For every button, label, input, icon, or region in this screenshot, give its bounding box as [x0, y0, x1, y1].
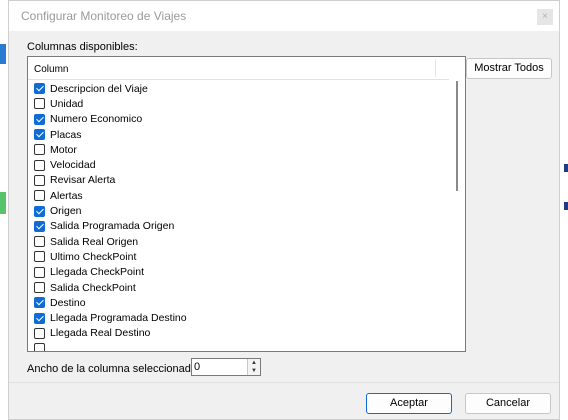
background-app-edge	[0, 192, 6, 214]
window-title: Configurar Monitoreo de Viajes	[21, 9, 187, 23]
column-header[interactable]: Column	[28, 57, 450, 80]
configure-dialog: Configurar Monitoreo de Viajes × Columna…	[8, 0, 560, 420]
list-item[interactable]: Numero Economico	[34, 112, 444, 127]
column-checkbox[interactable]	[34, 327, 45, 339]
column-label: Destino	[50, 296, 86, 309]
column-width-value[interactable]: 0	[194, 361, 200, 373]
column-checkbox[interactable]	[34, 98, 45, 110]
columns-listbox[interactable]: Column Descripcion del Viaje Unidad Numero…	[27, 56, 466, 352]
column-checkbox[interactable]	[34, 205, 45, 217]
list-item[interactable]: Velocidad	[34, 157, 444, 172]
column-checkbox[interactable]	[34, 144, 45, 156]
background-app-edge	[0, 44, 6, 64]
column-checkbox[interactable]	[34, 83, 45, 95]
list-item[interactable]: Llegada Programada Destino	[34, 310, 444, 325]
close-icon[interactable]: ×	[537, 9, 553, 25]
column-checkbox[interactable]	[34, 343, 45, 351]
list-item[interactable]: Placas	[34, 127, 444, 142]
accept-button[interactable]: Aceptar	[366, 393, 452, 414]
column-checkbox[interactable]	[34, 220, 45, 232]
list-item[interactable]: Descripcion del Viaje	[34, 81, 444, 96]
list-item[interactable]: Salida Programada Origen	[34, 219, 444, 234]
list-item[interactable]	[34, 341, 444, 351]
column-header-divider	[435, 59, 436, 77]
column-label: Ultimo CheckPoint	[50, 250, 137, 263]
column-checkbox[interactable]	[34, 312, 45, 324]
columns-list: Descripcion del Viaje Unidad Numero Econom…	[34, 81, 444, 351]
column-checkbox[interactable]	[34, 236, 45, 248]
column-checkbox[interactable]	[34, 129, 45, 141]
column-checkbox[interactable]	[34, 251, 45, 263]
list-item[interactable]: Llegada Real Destino	[34, 326, 444, 341]
background-app-edge	[564, 202, 568, 210]
title-bar: Configurar Monitoreo de Viajes ×	[9, 1, 559, 31]
spinner-buttons: ▲ ▼	[247, 359, 260, 375]
column-label: Llegada CheckPoint	[50, 266, 144, 279]
list-item[interactable]: Alertas	[34, 188, 444, 203]
column-label: Velocidad	[50, 159, 96, 172]
column-label: Llegada Programada Destino	[50, 312, 187, 325]
column-label: Salida CheckPoint	[50, 281, 136, 294]
columns-label: Columnas disponibles:	[27, 41, 138, 53]
spin-up-icon[interactable]: ▲	[248, 359, 260, 367]
column-label: Unidad	[50, 97, 84, 110]
column-width-spinner[interactable]: 0 ▲ ▼	[191, 358, 261, 376]
list-item[interactable]: Destino	[34, 295, 444, 310]
background-app-edge	[564, 164, 568, 172]
cancel-button[interactable]: Cancelar	[465, 393, 551, 414]
list-item[interactable]: Origen	[34, 203, 444, 218]
column-width-label: Ancho de la columna seleccionada:	[27, 363, 201, 375]
column-label: Salida Programada Origen	[50, 220, 175, 233]
list-item[interactable]: Revisar Alerta	[34, 173, 444, 188]
show-all-button[interactable]: Mostrar Todos	[466, 58, 552, 79]
column-label: Numero Economico	[50, 113, 143, 126]
column-header-label: Column	[34, 64, 69, 75]
column-label: Origen	[50, 205, 82, 218]
list-item[interactable]: Unidad	[34, 96, 444, 111]
list-item[interactable]: Salida CheckPoint	[34, 280, 444, 295]
list-item[interactable]: Motor	[34, 142, 444, 157]
column-label: Alertas	[50, 189, 83, 202]
scrollbar-thumb[interactable]	[456, 81, 458, 191]
list-item[interactable]: Ultimo CheckPoint	[34, 249, 444, 264]
column-checkbox[interactable]	[34, 113, 45, 125]
column-label: Revisar Alerta	[50, 174, 116, 187]
column-checkbox[interactable]	[34, 174, 45, 186]
column-checkbox[interactable]	[34, 266, 45, 278]
column-label: Salida Real Origen	[50, 235, 139, 248]
footer-divider	[9, 382, 559, 383]
column-label: Placas	[50, 128, 82, 141]
column-label: Motor	[50, 143, 77, 156]
column-label: Descripcion del Viaje	[50, 82, 148, 95]
column-checkbox[interactable]	[34, 190, 45, 202]
column-checkbox[interactable]	[34, 159, 45, 171]
column-label: Llegada Real Destino	[50, 327, 151, 340]
list-item[interactable]: Llegada CheckPoint	[34, 265, 444, 280]
spin-down-icon[interactable]: ▼	[248, 367, 260, 375]
list-item[interactable]: Salida Real Origen	[34, 234, 444, 249]
column-checkbox[interactable]	[34, 282, 45, 293]
vertical-scrollbar[interactable]	[449, 57, 465, 351]
column-checkbox[interactable]	[34, 297, 45, 309]
